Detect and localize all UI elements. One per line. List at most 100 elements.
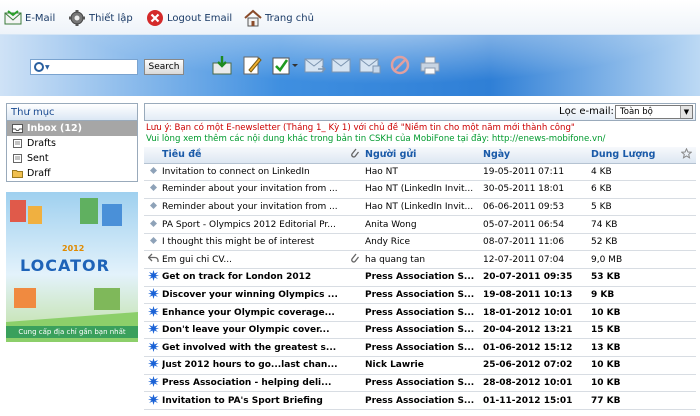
email-date: 19-08-2011 10:13: [483, 286, 591, 305]
email-size: 10 KB: [591, 374, 681, 393]
print-button[interactable]: [418, 53, 442, 77]
table-row[interactable]: Get on track for London 2012 Press Associ…: [144, 268, 696, 287]
col-date-header[interactable]: Ngày: [483, 147, 591, 164]
table-row[interactable]: Reminder about your invitation from ... H…: [144, 198, 696, 217]
unread-burst-icon: [147, 393, 159, 408]
email-size: 74 KB: [591, 215, 681, 234]
folder-inbox[interactable]: Inbox (12): [7, 121, 137, 136]
email-sender: Press Association S...: [365, 286, 483, 305]
read-diamond-icon: [149, 184, 158, 195]
email-star-cell[interactable]: [681, 180, 696, 199]
email-attachment-cell: [350, 268, 365, 287]
filter-select[interactable]: Toàn bộ ▼: [615, 105, 693, 119]
checklist-icon: [272, 57, 298, 75]
chevron-down-icon[interactable]: ▼: [45, 64, 50, 71]
ad-year: 2012: [62, 244, 85, 253]
move-button[interactable]: [358, 53, 382, 77]
email-size: 10 KB: [591, 356, 681, 375]
nav-home[interactable]: Trang chủ: [244, 8, 314, 28]
table-row[interactable]: Just 2012 hours to go...last chan... Nick…: [144, 356, 696, 375]
folder-drafts[interactable]: Drafts: [7, 136, 137, 151]
email-attachment-cell: [350, 286, 365, 305]
email-star-cell[interactable]: [681, 163, 696, 182]
email-size: 52 KB: [591, 233, 681, 252]
email-star-cell[interactable]: [681, 374, 696, 393]
folder-draff[interactable]: Draff: [7, 166, 137, 181]
email-star-cell[interactable]: [681, 321, 696, 340]
col-sender-header[interactable]: Người gửi: [365, 147, 483, 164]
col-size-header[interactable]: Dung Lượng: [591, 147, 681, 164]
email-sender: Press Association S...: [365, 321, 483, 340]
email-star-cell[interactable]: [681, 233, 696, 252]
email-star-cell[interactable]: [681, 268, 696, 287]
table-row[interactable]: Discover your winning Olympics ... Press …: [144, 286, 696, 305]
read-diamond-icon: [149, 166, 158, 178]
mark-read-button[interactable]: [330, 53, 354, 77]
unread-burst-icon: [147, 323, 159, 337]
col-subject-header[interactable]: Tiêu đề: [162, 147, 350, 164]
table-row[interactable]: Invitation to PA's Sport Briefing Press A…: [144, 391, 696, 410]
email-star-cell[interactable]: [681, 303, 696, 322]
email-star-cell[interactable]: [681, 198, 696, 217]
ad-tagline: Cung cấp địa chỉ gần bạn nhất: [6, 326, 138, 338]
table-row[interactable]: Don't leave your Olympic cover... Press A…: [144, 321, 696, 340]
search-button[interactable]: Search: [144, 59, 184, 75]
left-panel: Thư mục Inbox (12) Drafts Sent Draff 201…: [6, 103, 138, 413]
email-star-cell[interactable]: [681, 338, 696, 358]
table-row[interactable]: Reminder about your invitation from ... H…: [144, 180, 696, 199]
read-diamond-icon: [149, 219, 158, 231]
locator-ad-banner[interactable]: 2012 LOCATOR Cung cấp địa chỉ gần bạn nh…: [6, 192, 138, 342]
email-attachment-cell: [350, 356, 365, 375]
folder-sent[interactable]: Sent: [7, 151, 137, 166]
email-sender: Press Association S...: [365, 391, 483, 410]
check-mail-button[interactable]: [210, 53, 234, 77]
col-star-header[interactable]: [681, 147, 696, 164]
search-input[interactable]: [52, 61, 133, 73]
filter-label: Lọc e-mail:: [559, 106, 614, 117]
compose-button[interactable]: [240, 53, 264, 77]
table-row[interactable]: PA Sport - Olympics 2012 Editorial Pr...…: [144, 215, 696, 234]
nav-logout[interactable]: Logout Email: [146, 8, 232, 28]
table-row[interactable]: Invitation to connect on LinkedIn Hao NT 1…: [144, 163, 696, 182]
email-sender: Hao NT: [365, 163, 483, 182]
email-star-cell[interactable]: [681, 356, 696, 375]
email-star-cell[interactable]: [681, 286, 696, 305]
forward-button[interactable]: [303, 53, 327, 77]
email-sender: Hao NT (LinkedIn Invit...: [365, 180, 483, 199]
table-row[interactable]: Press Association - helping deli... Press…: [144, 374, 696, 393]
email-attachment-cell: [350, 338, 365, 358]
nav-email[interactable]: E-Mail: [4, 8, 55, 28]
folder-sent-label: Sent: [27, 153, 49, 164]
read-diamond-icon: [149, 201, 158, 213]
search-box: ▼: [30, 59, 138, 75]
email-subject: Em gui chi CV...: [162, 250, 350, 270]
email-sender: Anita Wong: [365, 215, 483, 234]
table-row[interactable]: I thought this might be of interest Andy …: [144, 233, 696, 252]
email-size: 9,0 MB: [591, 250, 681, 270]
unread-burst-icon: [147, 340, 159, 355]
block-icon: [390, 55, 410, 75]
table-row[interactable]: Enhance your Olympic coverage... Press As…: [144, 303, 696, 322]
nav-settings[interactable]: Thiết lập: [68, 8, 133, 28]
folder-draff-label: Draff: [27, 168, 51, 179]
table-row[interactable]: Em gui chi CV... ha quang tan 12-07-2011 0…: [144, 250, 696, 270]
email-star-cell[interactable]: [681, 250, 696, 270]
email-attachment-cell: [350, 303, 365, 322]
block-button[interactable]: [388, 53, 412, 77]
email-star-cell[interactable]: [681, 391, 696, 410]
email-star-cell[interactable]: [681, 215, 696, 234]
mail-main-panel: Lọc e-mail: Toàn bộ ▼ Lưu ý: Bạn có một …: [144, 103, 696, 416]
email-size: 53 KB: [591, 268, 681, 287]
search-icon[interactable]: [34, 62, 44, 72]
newsletter-link-notice[interactable]: Vui lòng xem thêm các nội dung khác tron…: [144, 134, 696, 145]
email-subject: Reminder about your invitation from ...: [162, 198, 350, 217]
email-subject: Just 2012 hours to go...last chan...: [162, 356, 350, 375]
approve-button[interactable]: [270, 53, 300, 77]
table-row[interactable]: Get involved with the greatest s... Press…: [144, 338, 696, 358]
email-date: 05-07-2011 06:54: [483, 215, 591, 234]
sent-icon: [13, 154, 22, 163]
email-date: 25-06-2012 07:02: [483, 356, 591, 375]
email-sender: Press Association S...: [365, 268, 483, 287]
folder-icon: [12, 170, 23, 178]
mail-move-icon: [359, 58, 381, 74]
